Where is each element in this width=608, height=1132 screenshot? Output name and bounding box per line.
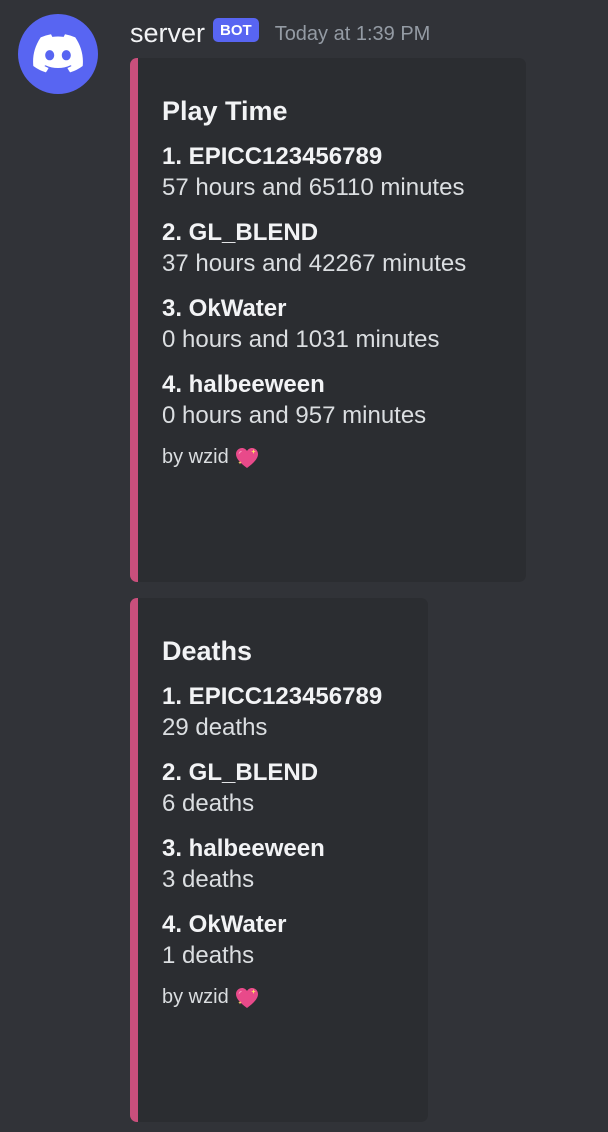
- embed-field: 1. EPICC123456789 29 deaths: [162, 682, 400, 744]
- embed-field: 1. EPICC123456789 57 hours and 65110 min…: [162, 142, 498, 204]
- embed-footer: by wzid: [162, 986, 400, 1009]
- field-name: 3. halbeeween: [162, 835, 325, 862]
- embed-play-time: Play Time 1. EPICC123456789 57 hours and…: [130, 58, 526, 582]
- embed-title: Play Time: [162, 96, 288, 126]
- embed-deaths: Deaths 1. EPICC123456789 29 deaths 2. GL…: [130, 598, 428, 1122]
- chat-message: server BOT Today at 1:39 PM Play Time 1.…: [0, 0, 608, 1132]
- embed-footer: by wzid: [162, 446, 498, 469]
- embed-field: 3. halbeeween 3 deaths: [162, 834, 400, 896]
- field-value: 0 hours and 957 minutes: [162, 402, 427, 429]
- field-name: 3. OkWater: [162, 295, 287, 322]
- embed-field: 2. GL_BLEND 6 deaths: [162, 758, 400, 820]
- discord-logo-icon: [33, 34, 83, 73]
- field-name: 1. EPICC123456789: [162, 683, 383, 710]
- footer-text: by wzid: [162, 446, 229, 468]
- timestamp[interactable]: Today at 1:39 PM: [275, 23, 431, 46]
- field-value: 3 deaths: [162, 866, 255, 893]
- field-name: 2. GL_BLEND: [162, 219, 319, 246]
- username[interactable]: server: [130, 18, 205, 49]
- field-value: 57 hours and 65110 minutes: [162, 174, 465, 201]
- field-value: 6 deaths: [162, 790, 255, 817]
- avatar[interactable]: [18, 14, 98, 94]
- sparkling-heart-icon: [235, 987, 258, 1008]
- field-name: 4. halbeeween: [162, 371, 325, 398]
- message-header: server BOT Today at 1:39 PM: [130, 14, 430, 52]
- field-value: 29 deaths: [162, 714, 268, 741]
- embed-field: 3. OkWater 0 hours and 1031 minutes: [162, 294, 498, 356]
- field-name: 1. EPICC123456789: [162, 143, 383, 170]
- embed-title: Deaths: [162, 636, 253, 666]
- embed-field: 2. GL_BLEND 37 hours and 42267 minutes: [162, 218, 498, 280]
- field-value: 0 hours and 1031 minutes: [162, 326, 440, 353]
- embed-field: 4. OkWater 1 deaths: [162, 910, 400, 972]
- footer-text: by wzid: [162, 986, 229, 1008]
- sparkling-heart-icon: [235, 447, 258, 468]
- bot-badge: BOT: [213, 18, 259, 42]
- field-value: 37 hours and 42267 minutes: [162, 250, 467, 277]
- field-name: 2. GL_BLEND: [162, 759, 319, 786]
- field-name: 4. OkWater: [162, 911, 287, 938]
- field-value: 1 deaths: [162, 942, 255, 969]
- embed-field: 4. halbeeween 0 hours and 957 minutes: [162, 370, 498, 432]
